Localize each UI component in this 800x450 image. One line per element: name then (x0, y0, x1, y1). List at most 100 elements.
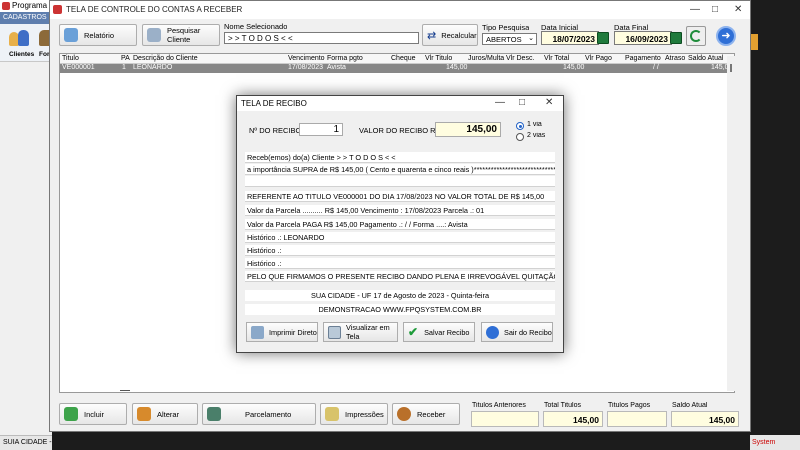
check-icon: ✔ (408, 325, 419, 339)
recalcular-button[interactable]: ⇄ Recalcular (422, 24, 478, 46)
data-final-field[interactable]: 16/09/2023 (614, 31, 672, 45)
printer-icon (64, 28, 78, 42)
col-juros-multa[interactable]: Juros/Multa (468, 55, 504, 62)
background-app-titlebar: Programa (0, 0, 52, 12)
recibo-line-valor-parcela: Valor da Parcela .......... R$ 145,00 Ve… (245, 205, 555, 216)
salvar-recibo-button[interactable]: ✔ Salvar Recibo (403, 322, 475, 342)
recibo-line-quitacao: PELO QUE FIRMAMOS O PRESENTE RECIBO DAND… (245, 271, 555, 282)
col-vlr-total[interactable]: Vlr Total (544, 55, 569, 62)
recibo-city-date: SUA CIDADE - UF 17 de Agosto de 2023 - Q… (245, 290, 555, 301)
cell-descricao: LEONARDO (133, 64, 173, 71)
background-status-bar: SUIA CIDADE - (0, 435, 52, 450)
alterar-button[interactable]: Alterar (132, 403, 198, 425)
recibo-line-importancia: a importância SUPRA de R$ 145,00 ( Cento… (245, 164, 555, 175)
cell-titulo: VE000001 (62, 64, 95, 71)
saldo-atual-label: Saldo Atual (672, 402, 708, 409)
visualizar-em-tela-button[interactable]: Visualizar em Tela (323, 322, 398, 342)
swap-arrows-icon: ⇄ (427, 29, 437, 42)
parcelamento-button[interactable]: Parcelamento (202, 403, 316, 425)
col-forma-pgto[interactable]: Forma pgto (327, 55, 363, 62)
clientes-label[interactable]: Clientes (9, 51, 34, 58)
sair-do-recibo-button[interactable]: Sair do Recibo (481, 322, 553, 342)
recibo-dialog: TELA DE RECIBO — □ ✕ Nº DO RECIBO 1 VALO… (236, 95, 564, 353)
recibo-line-historico-2: Histórico .: (245, 245, 555, 256)
recibo-line-historico-1: Histórico .: LEONARDO (245, 232, 555, 243)
window-title: TELA DE CONTROLE DO CONTAS A RECEBER (66, 5, 243, 14)
dialog-close-icon[interactable]: ✕ (545, 97, 553, 108)
titulos-anteriores-value (471, 411, 539, 427)
col-atraso[interactable]: Atraso (665, 55, 685, 62)
impressoes-button[interactable]: Impressões (320, 403, 388, 425)
clientes-icon[interactable] (9, 28, 31, 48)
table-vertical-scrollbar[interactable] (727, 56, 735, 391)
imprimir-direto-button[interactable]: Imprimir Direto (246, 322, 318, 342)
radio-2-vias-label[interactable]: 2 vias (527, 132, 545, 139)
col-descricao[interactable]: Descrição do Cliente (133, 55, 198, 62)
titulos-pagos-value (607, 411, 667, 427)
chevron-down-icon: ⌄ (528, 35, 534, 42)
window-app-icon (53, 5, 62, 14)
valor-recibo-label: VALOR DO RECIBO R$ (359, 126, 440, 135)
maximize-icon[interactable]: □ (712, 4, 718, 15)
receber-button[interactable]: Receber (392, 403, 460, 425)
fornecedores-label[interactable]: For (39, 51, 49, 58)
background-app-status-text: System (752, 439, 776, 446)
cell-pa: 1 (122, 64, 126, 71)
pesquisar-cliente-button[interactable]: Pesquisar Cliente (142, 24, 220, 46)
screen-icon (328, 325, 341, 339)
valor-recibo-field[interactable]: 145,00 (435, 122, 501, 137)
coins-icon (397, 407, 411, 421)
col-pagamento[interactable]: Pagamento (625, 55, 661, 62)
radio-1-via-label[interactable]: 1 via (527, 121, 542, 128)
col-vencimento[interactable]: Vencimento (288, 55, 325, 62)
cell-vlr-total: 145,00 (563, 64, 585, 71)
add-icon (64, 407, 78, 421)
table-row[interactable]: VE000001 1 LEONARDO 17/08/2023 Avista 14… (60, 64, 734, 73)
total-titulos-label: Total Titulos (544, 402, 581, 409)
calendar-icon[interactable] (670, 32, 682, 44)
col-pa[interactable]: PA (121, 55, 130, 62)
col-vlr-desc[interactable]: Vlr Desc. (506, 55, 534, 62)
recibo-line-cliente: Receb(emos) do(a) Cliente > > T O D O S … (245, 152, 555, 163)
recibo-line-historico-3: Histórico .: (245, 258, 555, 269)
cell-vlr-titulo: 145,00 (446, 64, 468, 71)
close-icon[interactable]: ✕ (734, 4, 742, 15)
dialog-maximize-icon[interactable]: □ (519, 97, 525, 108)
recibo-line-parcela-paga: Valor da Parcela PAGA R$ 145,00 Pagament… (245, 219, 555, 230)
recibo-line-referente: REFERENTE AO TITULO VE000001 DO DIA 17/0… (245, 191, 555, 202)
incluir-button[interactable]: Incluir (59, 403, 127, 425)
edit-icon (137, 407, 151, 421)
numero-recibo-label: Nº DO RECIBO (249, 126, 302, 135)
search-icon (147, 28, 161, 42)
forward-arrow-icon[interactable]: ➜ (716, 26, 736, 46)
radio-2-vias[interactable] (516, 133, 524, 141)
dialog-minimize-icon[interactable]: — (495, 97, 505, 108)
relatorio-button[interactable]: Relatório (59, 24, 137, 46)
data-inicial-field[interactable]: 18/07/2023 (541, 31, 599, 45)
background-toolbar: Clientes For (0, 24, 52, 62)
numero-recibo-field[interactable]: 1 (299, 123, 343, 136)
dialog-titlebar: TELA DE RECIBO — □ ✕ (237, 96, 563, 111)
background-app-button (750, 34, 758, 50)
tipo-pesquisa-select[interactable]: ABERTOS ⌄ (482, 33, 537, 45)
radio-1-via[interactable] (516, 122, 524, 130)
dialog-title: TELA DE RECIBO (241, 99, 307, 108)
recibo-site: DEMONSTRACAO WWW.FPQSYSTEM.COM.BR (245, 304, 555, 315)
table-header: Titulo PA Descrição do Cliente Venciment… (60, 54, 734, 64)
refresh-icon[interactable] (686, 26, 706, 46)
col-cheque[interactable]: Cheque (391, 55, 416, 62)
col-vlr-titulo[interactable]: Vlr Titulo (425, 55, 452, 62)
recibo-line-blank (245, 176, 555, 187)
exit-arrow-icon (486, 325, 499, 339)
cell-forma-pgto: Avista (327, 64, 346, 71)
background-app-menu[interactable]: CADASTROS (0, 12, 52, 24)
titulos-anteriores-label: Titulos Anteriores (472, 402, 526, 409)
table-horizontal-scrollbar[interactable] (120, 390, 130, 391)
col-titulo[interactable]: Titulo (62, 55, 79, 62)
print-sheets-icon (325, 407, 339, 421)
nome-selecionado-field[interactable]: > > T O D O S < < (224, 32, 419, 44)
calendar-icon[interactable] (597, 32, 609, 44)
minimize-icon[interactable]: — (690, 4, 700, 15)
col-saldo-atual[interactable]: Saldo Atual (688, 55, 723, 62)
col-vlr-pago[interactable]: Vlr Pago (585, 55, 612, 62)
